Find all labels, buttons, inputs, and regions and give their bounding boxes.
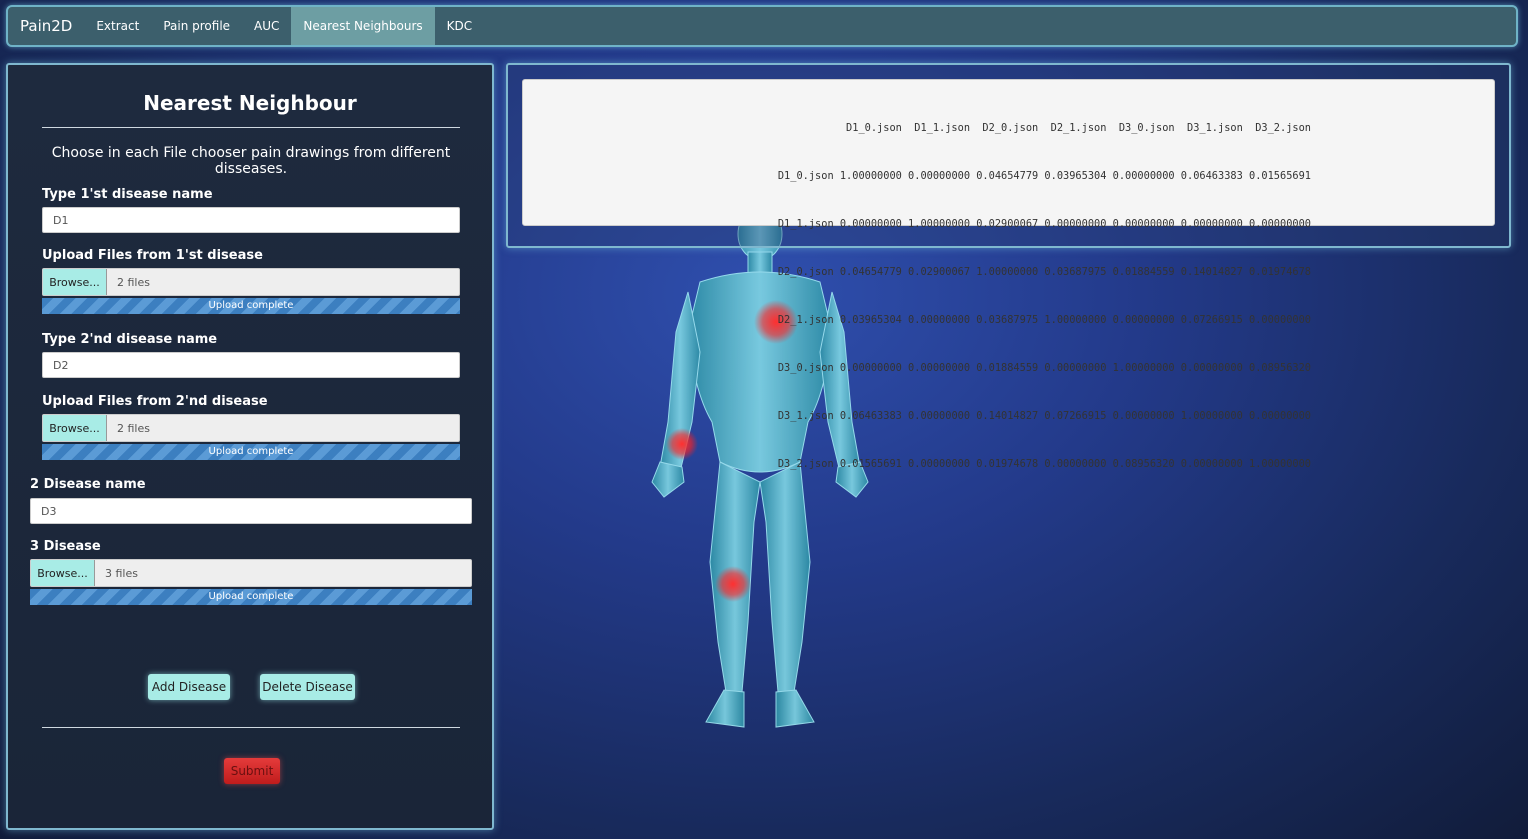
delete-disease-button[interactable]: Delete Disease <box>260 674 355 700</box>
disease3-browse-button[interactable]: Browse... <box>31 560 95 586</box>
disease2-files-text: 2 files <box>117 421 150 435</box>
tab-kdc[interactable]: KDC <box>435 7 485 45</box>
disease2-name-input[interactable]: D2 <box>42 352 460 378</box>
matrix-row: D3_0.json 0.00000000 0.00000000 0.018845… <box>777 362 1311 374</box>
disease2-upload-progress: Upload complete <box>42 444 460 460</box>
form-title: Nearest Neighbour <box>143 91 357 115</box>
matrix-row: D2_1.json 0.03965304 0.00000000 0.036879… <box>777 314 1311 326</box>
navbar: Pain2D Extract Pain profile AUC Nearest … <box>6 5 1518 47</box>
disease1-upload-progress: Upload complete <box>42 298 460 314</box>
disease1-name-input[interactable]: D1 <box>42 207 460 233</box>
divider <box>42 127 460 128</box>
matrix-row: D3_2.json 0.01565691 0.00000000 0.019746… <box>777 458 1311 470</box>
pain-marker-wrist <box>666 428 698 460</box>
matrix-row: D1_1.json 0.00000000 1.00000000 0.029000… <box>777 218 1311 230</box>
divider <box>42 727 460 728</box>
disease2-name-label: Type 2'nd disease name <box>42 332 218 347</box>
nearest-neighbour-form: Nearest Neighbour Choose in each File ch… <box>6 63 494 830</box>
disease3-file-input[interactable]: Browse... 3 files <box>30 559 472 587</box>
disease2-upload-label: Upload Files from 2'nd disease <box>42 394 268 409</box>
similarity-matrix-text: D1_0.json D1_1.json D2_0.json D2_1.json … <box>778 88 1311 504</box>
matrix-row: D2_0.json 0.04654779 0.02900067 1.000000… <box>777 266 1311 278</box>
brand-logo[interactable]: Pain2D <box>8 7 84 45</box>
tab-pain-profile[interactable]: Pain profile <box>151 7 242 45</box>
disease1-file-input[interactable]: Browse... 2 files <box>42 268 460 296</box>
disease1-name-label: Type 1'st disease name <box>42 187 213 202</box>
pain-marker-knee <box>715 566 751 602</box>
submit-button[interactable]: Submit <box>224 758 280 784</box>
matrix-header: D1_0.json D1_1.json D2_0.json D2_1.json … <box>796 122 1311 134</box>
form-description: Choose in each File chooser pain drawing… <box>51 145 451 177</box>
matrix-row: D3_1.json 0.06463383 0.00000000 0.140148… <box>777 410 1311 422</box>
disease3-upload-progress: Upload complete <box>30 589 472 605</box>
disease1-files-text: 2 files <box>117 275 150 289</box>
disease3-name-label: 2 Disease name <box>30 477 146 492</box>
disease2-file-input[interactable]: Browse... 2 files <box>42 414 460 442</box>
disease1-browse-button[interactable]: Browse... <box>43 269 107 295</box>
disease3-files-text: 3 files <box>105 566 138 580</box>
disease3-upload-label: 3 Disease <box>30 539 101 554</box>
tab-auc[interactable]: AUC <box>242 7 291 45</box>
tab-extract[interactable]: Extract <box>84 7 151 45</box>
matrix-row: D1_0.json 1.00000000 0.00000000 0.046547… <box>777 170 1311 182</box>
disease1-upload-label: Upload Files from 1'st disease <box>42 248 263 263</box>
tab-nearest-neighbours[interactable]: Nearest Neighbours <box>291 7 435 45</box>
disease3-name-input[interactable]: D3 <box>30 498 472 524</box>
similarity-matrix-output: D1_0.json D1_1.json D2_0.json D2_1.json … <box>522 79 1495 470</box>
add-disease-button[interactable]: Add Disease <box>148 674 230 700</box>
results-panel: D1_0.json D1_1.json D2_0.json D2_1.json … <box>506 63 1511 470</box>
disease2-browse-button[interactable]: Browse... <box>43 415 107 441</box>
